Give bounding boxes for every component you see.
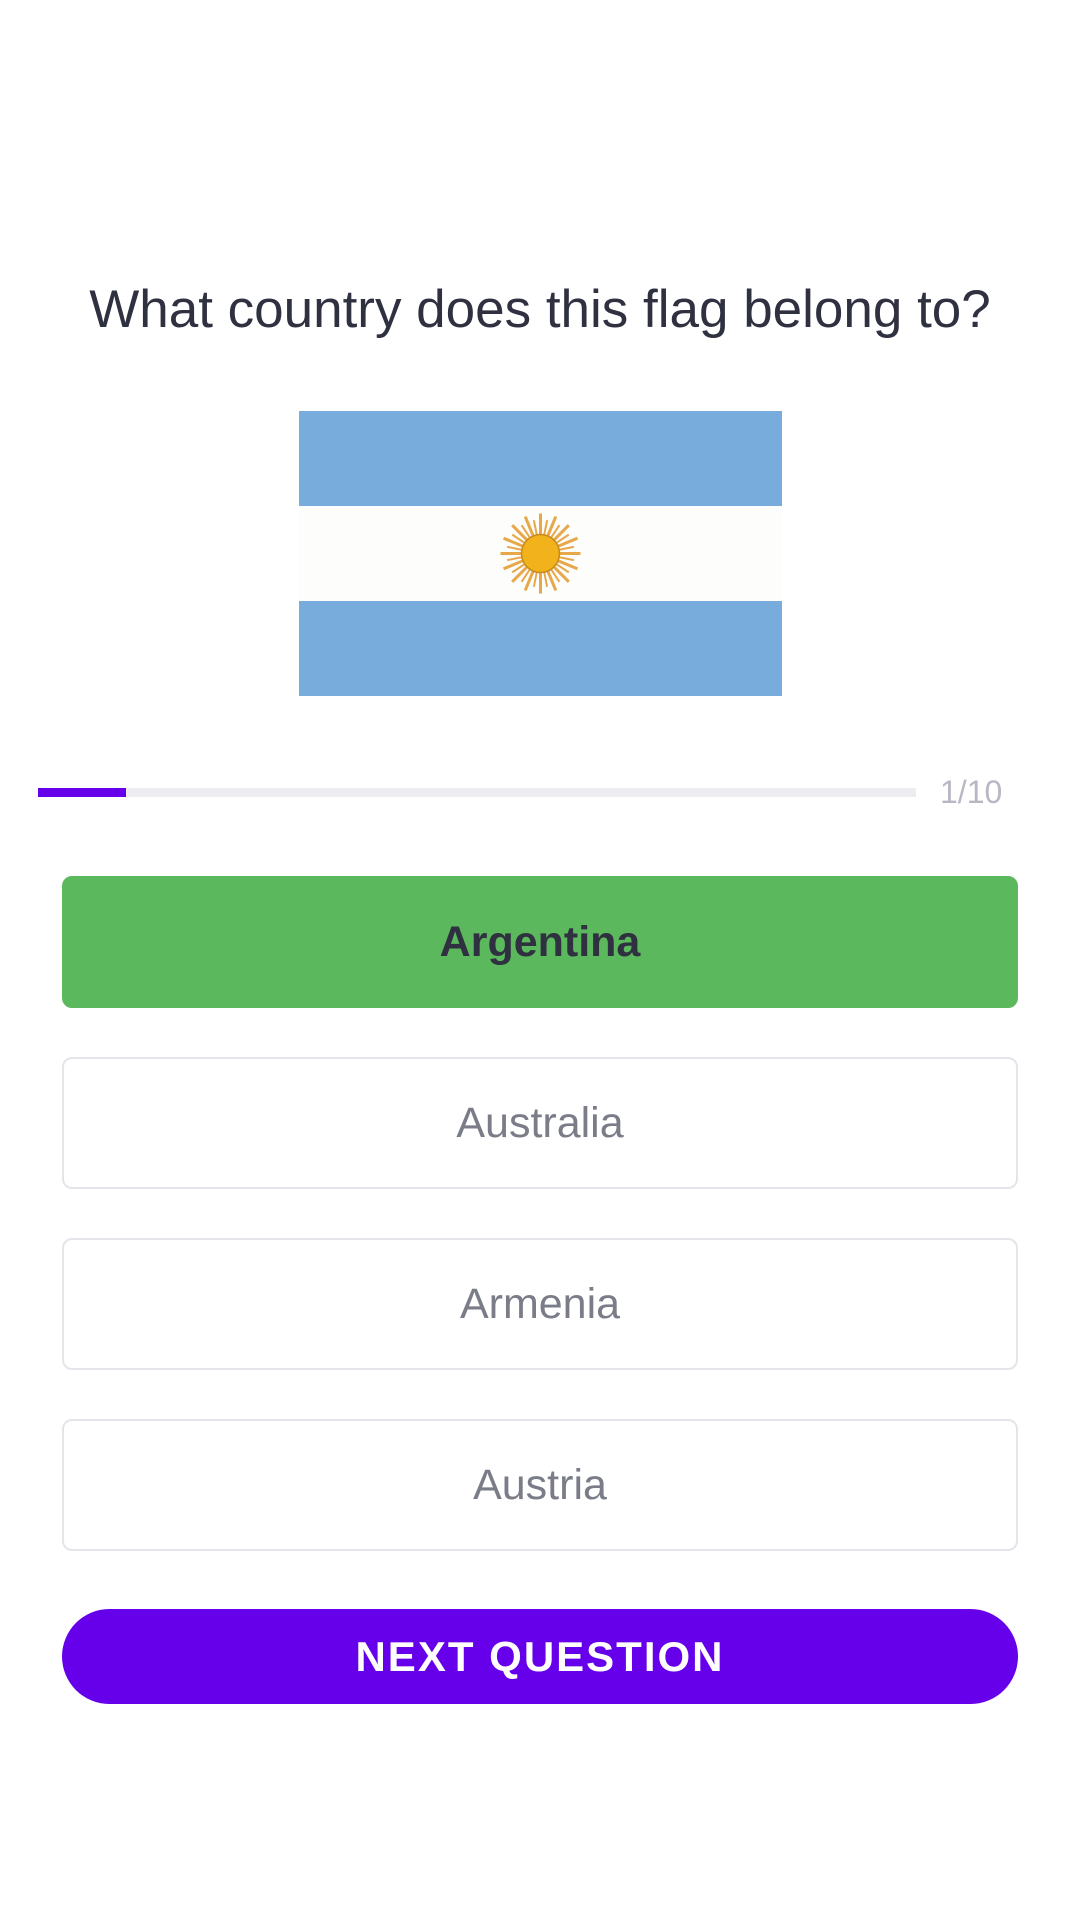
- argentina-flag-icon: [299, 411, 782, 696]
- answer-options: Argentina Australia Armenia Austria: [62, 876, 1018, 1600]
- answer-option-label: Argentina: [439, 917, 641, 966]
- flag-bottom-stripe: [299, 601, 782, 696]
- progress-bar: [38, 788, 916, 797]
- answer-option-australia[interactable]: Australia: [62, 1057, 1018, 1189]
- answer-option-armenia[interactable]: Armenia: [62, 1238, 1018, 1370]
- sun-of-may-icon: [500, 513, 581, 594]
- answer-option-label: Australia: [456, 1098, 624, 1147]
- answer-option-argentina[interactable]: Argentina: [62, 876, 1018, 1008]
- flag-top-stripe: [299, 411, 782, 506]
- progress-bar-fill: [38, 788, 126, 797]
- answer-option-label: Armenia: [459, 1279, 621, 1328]
- next-question-button[interactable]: NEXT QUESTION: [62, 1609, 1018, 1704]
- flag-image: [299, 411, 782, 696]
- question-text: What country does this flag belong to?: [89, 280, 991, 339]
- answer-option-label: Austria: [473, 1460, 607, 1509]
- progress-counter: 1/10: [940, 774, 1003, 810]
- sun-disc: [520, 533, 561, 574]
- answer-option-austria[interactable]: Austria: [62, 1419, 1018, 1551]
